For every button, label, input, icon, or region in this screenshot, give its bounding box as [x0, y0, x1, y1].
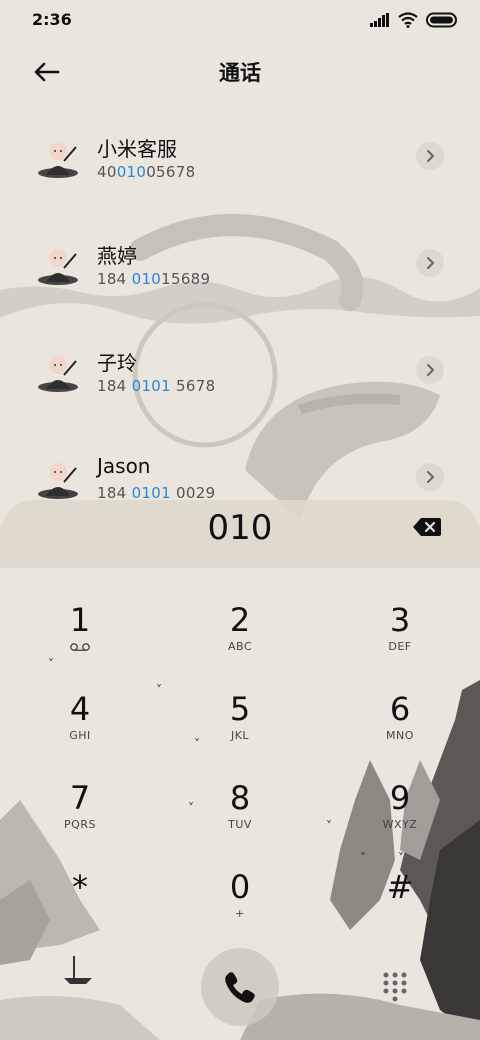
contact-name: 子玲 [97, 351, 137, 375]
number-match-highlight: 010 [131, 270, 162, 288]
voicemail-icon [70, 643, 90, 651]
chevron-right-icon[interactable] [416, 463, 444, 491]
dial-pad: 010 1 2 ABC 3 DEF 4 GHI 5 JKL 6 MNO 7 PQ… [0, 500, 480, 1040]
key-7[interactable]: 7 PQRS [20, 778, 140, 858]
contact-number: 184 0101 5678 [97, 377, 216, 395]
key-hash[interactable]: # [340, 867, 460, 947]
key-6[interactable]: 6 MNO [340, 689, 460, 769]
key-2[interactable]: 2 ABC [180, 600, 300, 680]
key-9[interactable]: 9 WXYZ [340, 778, 460, 858]
contact-list: 小米客服 4001005678 燕婷 184 01015689 子玲 184 0… [0, 105, 480, 533]
dial-input-bar: 010 [0, 500, 480, 568]
key-8[interactable]: 8 TUV [180, 778, 300, 858]
wifi-icon [398, 12, 418, 28]
chevron-right-icon[interactable] [416, 356, 444, 384]
key-star[interactable]: * [20, 867, 140, 947]
status-time: 2:36 [32, 10, 72, 29]
contact-avatar-icon [38, 142, 78, 178]
contact-avatar-icon [38, 356, 78, 392]
call-button[interactable] [201, 948, 279, 1026]
status-bar: 2:36 [0, 0, 480, 42]
key-5[interactable]: 5 JKL [180, 689, 300, 769]
contact-number: 184 01015689 [97, 270, 211, 288]
dialpad-grid-icon[interactable] [382, 971, 408, 1003]
key-0[interactable]: 0 + [180, 867, 300, 947]
key-3[interactable]: 3 DEF [340, 600, 460, 680]
number-match-highlight: 0101 [131, 377, 171, 395]
contact-name: 燕婷 [97, 244, 137, 268]
contact-number: 4001005678 [97, 163, 196, 181]
dialed-number: 010 [207, 508, 273, 548]
phone-icon [225, 972, 255, 1003]
contact-row[interactable]: 燕婷 184 01015689 [0, 212, 480, 319]
contact-avatar-icon [38, 463, 78, 499]
header: 通话 [0, 48, 480, 96]
key-4[interactable]: 4 GHI [20, 689, 140, 769]
battery-icon [426, 12, 457, 28]
number-match-highlight: 010 [116, 163, 147, 181]
contact-avatar-icon [38, 249, 78, 285]
contact-name: Jason [97, 454, 151, 478]
page-title: 通话 [219, 61, 261, 85]
contact-row[interactable]: 子玲 184 0101 5678 [0, 319, 480, 426]
chevron-right-icon[interactable] [416, 142, 444, 170]
backspace-icon[interactable] [412, 515, 442, 539]
chevron-right-icon[interactable] [416, 249, 444, 277]
signal-icon [370, 13, 389, 27]
contact-name: 小米客服 [97, 137, 177, 161]
key-1[interactable]: 1 [20, 600, 140, 680]
contact-row[interactable]: 小米客服 4001005678 [0, 105, 480, 212]
